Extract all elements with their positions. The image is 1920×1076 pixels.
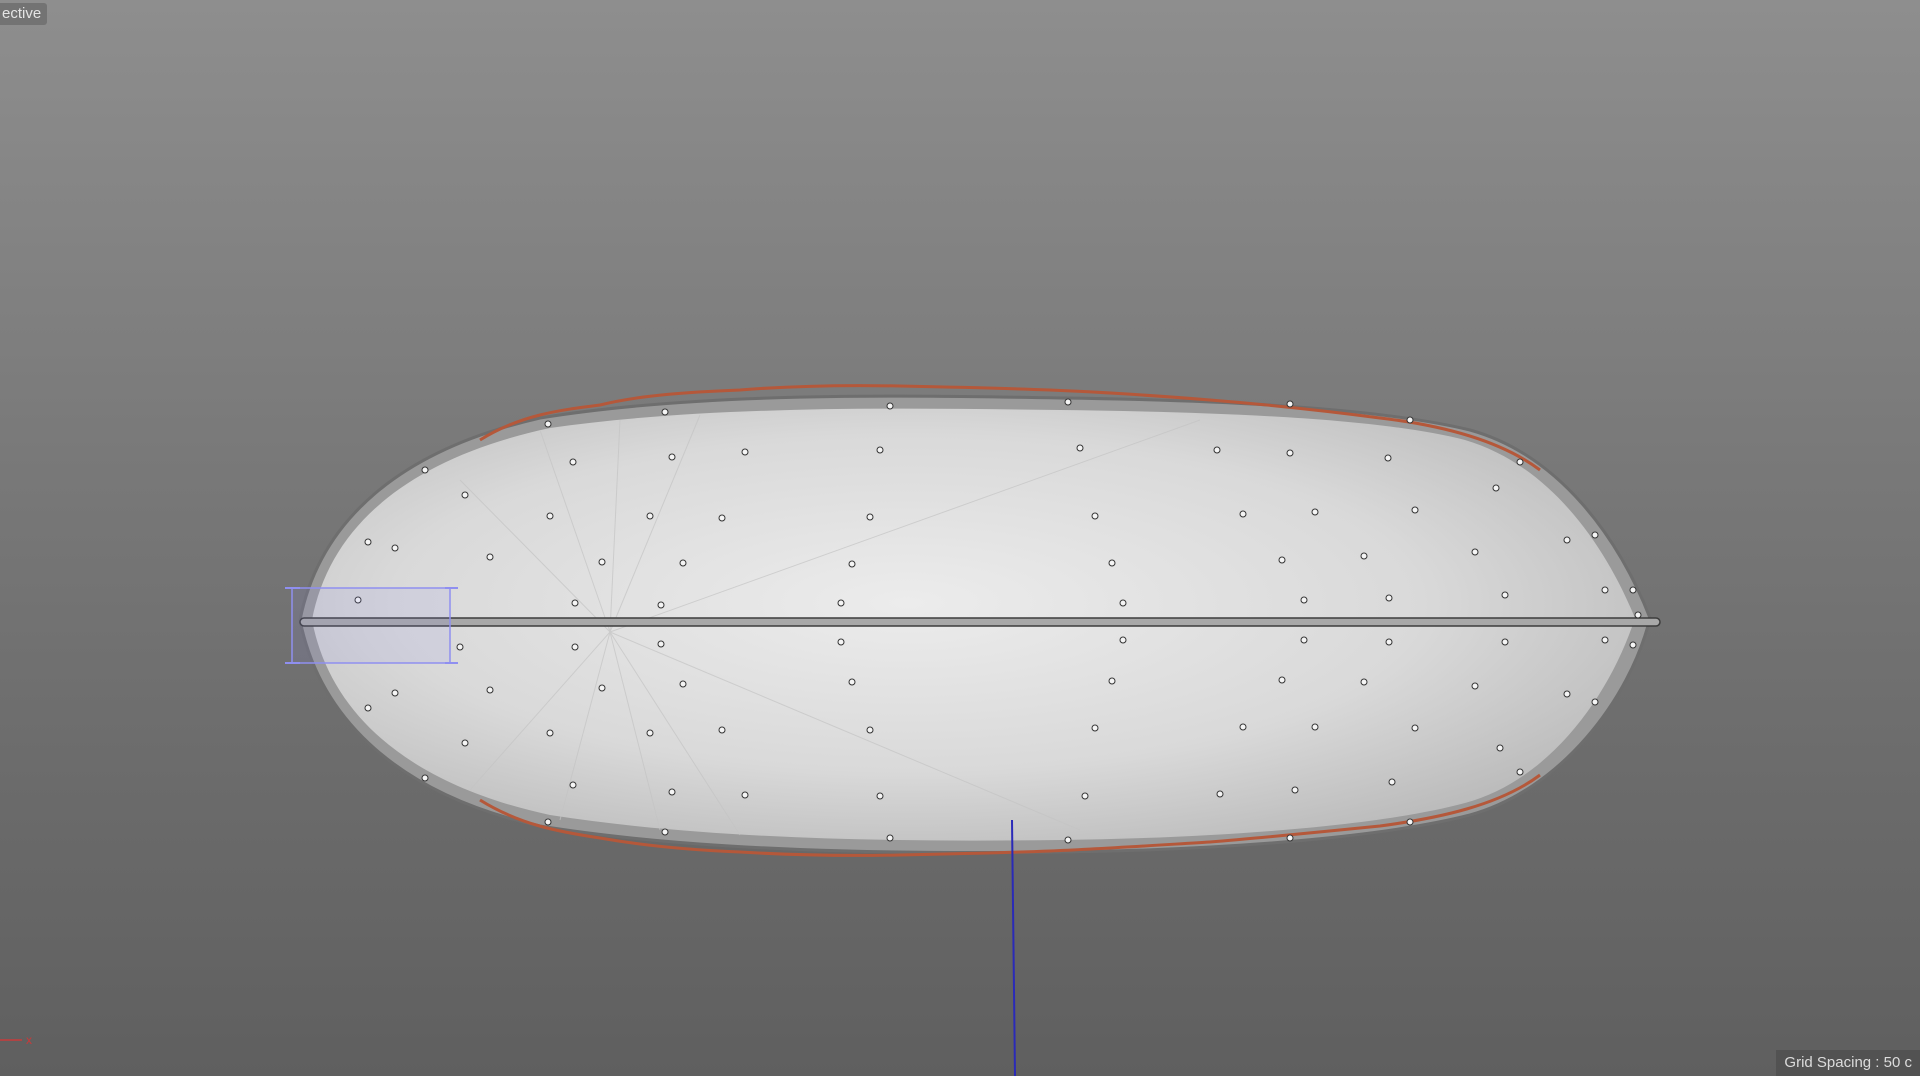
scene-canvas[interactable] <box>0 0 1920 1076</box>
center-seam <box>299 617 1661 627</box>
3d-viewport[interactable]: ective x Grid Spacing: 50 c <box>0 0 1920 1076</box>
axis-gizmo: x <box>0 1033 32 1047</box>
grid-spacing-label: Grid Spacing : 50 c <box>1776 1050 1920 1076</box>
axis-x-label: x <box>26 1033 32 1047</box>
y-axis-line <box>1011 819 1016 1076</box>
left-tip-selection[interactable] <box>285 587 458 664</box>
